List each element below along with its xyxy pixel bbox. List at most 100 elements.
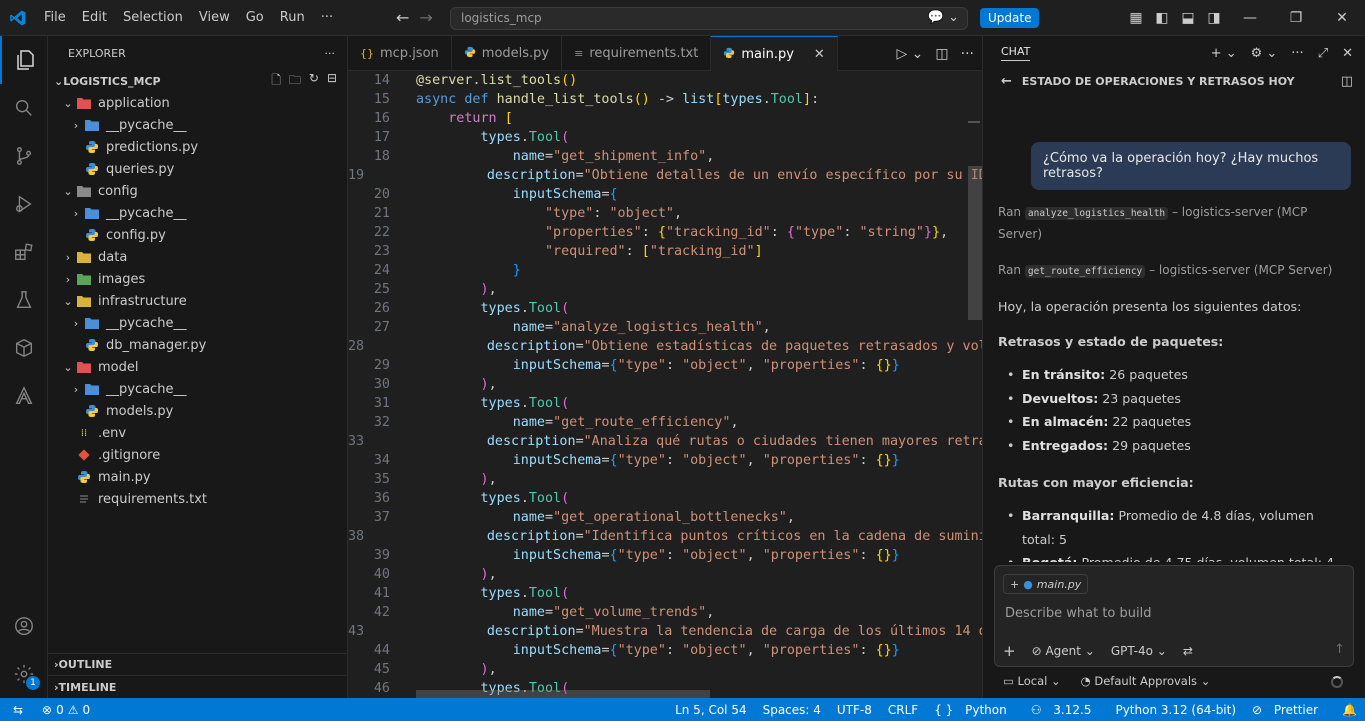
refresh-icon[interactable]: ↻ (309, 71, 319, 92)
update-button[interactable]: Update (980, 8, 1040, 28)
tree-file[interactable]: queries.py (48, 158, 347, 180)
editor-tab[interactable]: models.py (452, 36, 563, 71)
split-editor-icon[interactable]: ◫ (935, 46, 948, 62)
code-line[interactable]: 32 name="get_route_efficiency", (348, 413, 982, 432)
problems-indicator[interactable]: ⊗ 0 ⚠ 0 (36, 703, 96, 717)
tools-icon[interactable]: ⇄ (1183, 644, 1193, 658)
tool-run-2[interactable]: Ran get_route_efficiency – logistics-ser… (998, 260, 1348, 282)
account-icon[interactable] (0, 602, 48, 650)
new-file-icon[interactable]: 🗋 (271, 71, 281, 92)
code-line[interactable]: 22 "properties": {"tracking_id": {"type"… (348, 223, 982, 242)
tree-file[interactable]: predictions.py (48, 136, 347, 158)
code-line[interactable]: 19 description="Obtiene detalles de un e… (348, 166, 982, 185)
menu-item[interactable]: File (36, 10, 74, 25)
run-python-icon[interactable]: ▷ ⌄ (896, 46, 923, 62)
run-debug-icon[interactable] (0, 180, 48, 228)
tree-folder[interactable]: › images (48, 268, 347, 290)
tree-folder[interactable]: › __pycache__ (48, 378, 347, 400)
toggle-sidebar-icon[interactable]: ◧ (1149, 10, 1175, 26)
code-line[interactable]: 45 ), (348, 660, 982, 679)
code-line[interactable]: 21 "type": "object", (348, 204, 982, 223)
code-line[interactable]: 18 name="get_shipment_info", (348, 147, 982, 166)
toggle-sessions-icon[interactable]: ◫ (1341, 74, 1353, 89)
new-folder-icon[interactable]: 🗀 (289, 71, 301, 92)
toggle-secondary-sidebar-icon[interactable]: ◨ (1201, 10, 1227, 26)
tree-folder[interactable]: ⌄ config (48, 180, 347, 202)
manage-gear-icon[interactable]: 1 (0, 650, 48, 698)
tree-file[interactable]: models.py (48, 400, 347, 422)
code-line[interactable]: 20 inputSchema={ (348, 185, 982, 204)
code-editor[interactable]: 14 @server.list_tools() 15 async def handle… (348, 71, 982, 698)
tree-folder[interactable]: › __pycache__ (48, 312, 347, 334)
tool-run-1[interactable]: Ran analyze_logistics_health – logistics… (998, 202, 1348, 244)
indentation[interactable]: Spaces: 4 (755, 703, 829, 717)
minimize-icon[interactable]: — (1227, 10, 1273, 26)
testing-icon[interactable] (0, 276, 48, 324)
mode-picker[interactable]: ⊘ Agent ⌄ (1032, 644, 1095, 658)
cursor-position[interactable]: Ln 5, Col 54 (667, 703, 755, 717)
tree-folder[interactable]: › data (48, 246, 347, 268)
code-line[interactable]: 43 description="Muestra la tendencia de … (348, 622, 982, 641)
add-context-icon[interactable]: + (1010, 578, 1019, 591)
customize-layout-icon[interactable]: ▦ (1123, 10, 1149, 26)
menu-item[interactable]: ··· (313, 10, 341, 25)
editor-tab[interactable]: main.py ✕ (711, 36, 838, 71)
timeline-section[interactable]: ›TIMELINE (48, 676, 348, 698)
code-line[interactable]: 42 name="get_volume_trends", (348, 603, 982, 622)
model-picker[interactable]: GPT-4o ⌄ (1111, 644, 1167, 658)
python-interpreter[interactable]: Python 3.12 (64-bit) (1107, 703, 1244, 717)
restore-icon[interactable]: ❐ (1273, 10, 1319, 26)
outline-section[interactable]: ›OUTLINE (48, 654, 348, 676)
containers-icon[interactable] (0, 324, 48, 372)
menu-item[interactable]: Run (272, 10, 313, 25)
approvals-picker[interactable]: ◔ Default Approvals ⌄ (1081, 674, 1211, 688)
close-tab-icon[interactable]: ✕ (814, 47, 825, 62)
python-version[interactable]: ⚇ 3.12.5 (1023, 703, 1108, 717)
send-icon[interactable]: ↑ (1334, 642, 1345, 657)
toggle-panel-icon[interactable]: ⬓ (1175, 10, 1201, 26)
code-line[interactable]: 31 types.Tool( (348, 394, 982, 413)
code-line[interactable]: 24 } (348, 261, 982, 280)
chat-input-box[interactable]: + ● main.py Describe what to build + ⊘ A… (994, 565, 1354, 667)
code-line[interactable]: 23 "required": ["tracking_id"] (348, 242, 982, 261)
code-line[interactable]: 36 types.Tool( (348, 489, 982, 508)
tree-file[interactable]: .gitignore (48, 444, 347, 466)
tree-folder[interactable]: ⌄ application (48, 92, 347, 114)
tree-file[interactable]: db_manager.py (48, 334, 347, 356)
attach-icon[interactable]: + (1003, 642, 1016, 660)
more-actions-icon[interactable]: ··· (325, 47, 336, 60)
code-line[interactable]: 17 types.Tool( (348, 128, 982, 147)
forward-arrow-icon[interactable]: → (419, 8, 432, 27)
menu-item[interactable]: Edit (74, 10, 115, 25)
search-icon[interactable] (0, 84, 48, 132)
menu-item[interactable]: Selection (115, 10, 191, 25)
remote-icon[interactable]: ⇆ (0, 698, 36, 721)
code-line[interactable]: 16 return [ (348, 109, 982, 128)
source-control-icon[interactable] (0, 132, 48, 180)
code-line[interactable]: 38 description="Identifica puntos crític… (348, 527, 982, 546)
maximize-icon[interactable]: ⤢ (1318, 46, 1328, 61)
more-actions-icon[interactable]: ··· (1291, 46, 1303, 61)
angular-icon[interactable] (0, 372, 48, 420)
tree-folder[interactable]: › __pycache__ (48, 202, 347, 224)
more-actions-icon[interactable]: ··· (961, 46, 974, 62)
code-line[interactable]: 41 types.Tool( (348, 584, 982, 603)
context-chip[interactable]: + ● main.py (1003, 574, 1089, 594)
language-mode[interactable]: { } Python (926, 703, 1023, 717)
close-window-icon[interactable]: ✕ (1319, 10, 1365, 26)
tree-file[interactable]: config.py (48, 224, 347, 246)
code-line[interactable]: 34 inputSchema={"type": "object", "prope… (348, 451, 982, 470)
command-center-search[interactable]: logistics_mcp 💬 ⌄ (450, 7, 968, 30)
code-line[interactable]: 30 ), (348, 375, 982, 394)
code-line[interactable]: 26 types.Tool( (348, 299, 982, 318)
notifications-bell-icon[interactable]: 🔔 (1334, 703, 1365, 717)
code-line[interactable]: 35 ), (348, 470, 982, 489)
chat-tab[interactable]: CHAT (1001, 45, 1031, 61)
code-line[interactable]: 33 description="Analiza qué rutas o ciud… (348, 432, 982, 451)
tree-file[interactable]: main.py (48, 466, 347, 488)
menu-item[interactable]: Go (238, 10, 272, 25)
prettier-status[interactable]: ⊘ Prettier (1244, 703, 1334, 717)
code-line[interactable]: 37 name="get_operational_bottlenecks", (348, 508, 982, 527)
tree-file[interactable]: ⁞⁞ .env (48, 422, 347, 444)
code-line[interactable]: 40 ), (348, 565, 982, 584)
